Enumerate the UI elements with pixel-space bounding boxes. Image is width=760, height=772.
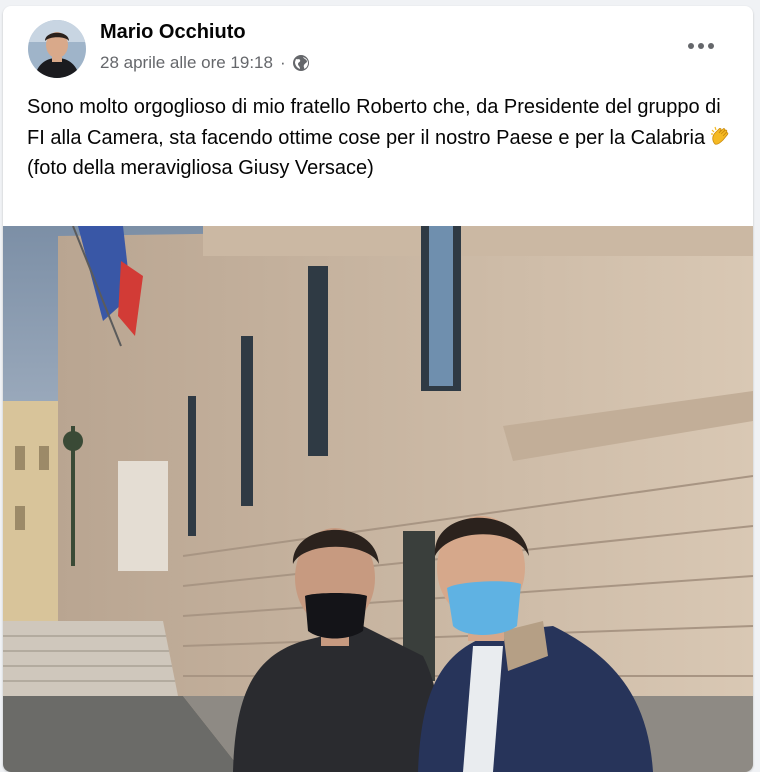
photo-image xyxy=(3,226,753,772)
post-timestamp[interactable]: 28 aprile alle ore 19:18 xyxy=(100,53,273,73)
meta-separator: · xyxy=(279,53,286,72)
post-text-line: Sono molto orgoglioso di mio fratello Ro… xyxy=(27,92,739,153)
clapping-hands-emoji xyxy=(709,124,733,148)
post-photo[interactable] xyxy=(3,226,753,772)
post-text: Sono molto orgoglioso di mio fratello Ro… xyxy=(27,92,739,184)
post-meta: 28 aprile alle ore 19:18 · xyxy=(100,53,310,73)
author-avatar[interactable] xyxy=(28,20,86,78)
more-options-button[interactable] xyxy=(683,32,719,60)
avatar-photo xyxy=(28,20,86,78)
post-header: Mario Occhiuto 28 aprile alle ore 19:18 … xyxy=(3,6,753,78)
post-text-line: (foto della meravigliosa Giusy Versace) xyxy=(27,157,374,179)
post-text-main: Sono molto orgoglioso di mio fratello Ro… xyxy=(27,96,721,149)
more-horizontal-icon xyxy=(688,43,714,49)
post-card: Mario Occhiuto 28 aprile alle ore 19:18 … xyxy=(3,6,753,772)
globe-icon[interactable] xyxy=(292,54,310,72)
author-name[interactable]: Mario Occhiuto xyxy=(100,21,246,44)
